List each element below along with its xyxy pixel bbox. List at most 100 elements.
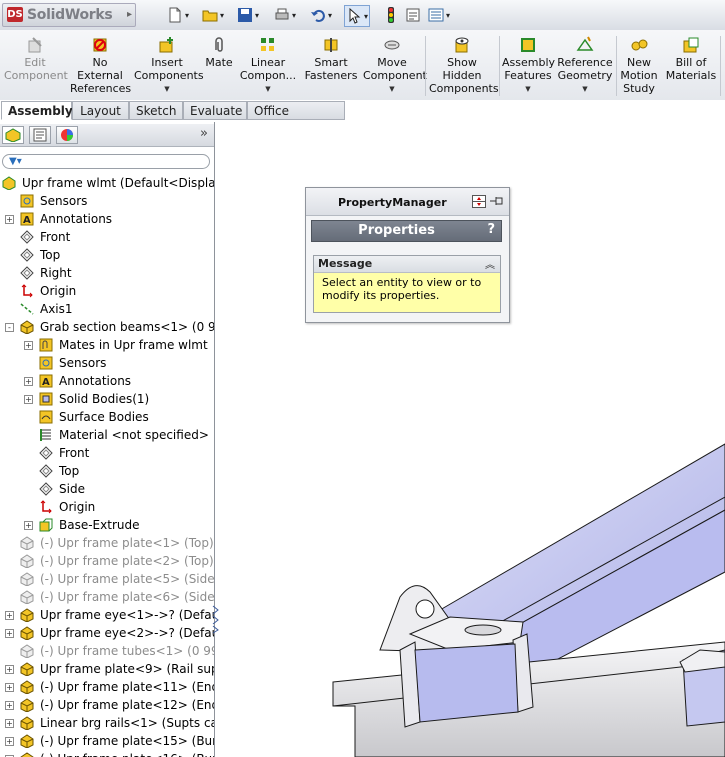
- tree-node[interactable]: Front: [0, 444, 214, 462]
- panel-splitter-handle[interactable]: [212, 604, 220, 634]
- tree-node[interactable]: +(-) Upr frame plate<16> (Bumpe: [0, 750, 214, 757]
- tree-node[interactable]: + (-) Upr frame plate<15> (Bumpe: [0, 732, 214, 750]
- bill-of-materials-button[interactable]: Bill of Materials: [665, 34, 717, 82]
- pm-split-icon[interactable]: [472, 195, 486, 208]
- tab-evaluate[interactable]: Evaluate: [183, 101, 247, 120]
- tree-node[interactable]: (-) Upr frame plate<5> (Side): [0, 570, 214, 588]
- assembly-features-button[interactable]: Assembly Features ▼: [502, 34, 555, 96]
- tree-node[interactable]: Material <not specified>: [0, 426, 214, 444]
- edit-component-button[interactable]: Edit Component: [4, 34, 68, 82]
- tree-node[interactable]: Front: [0, 228, 214, 246]
- expand-node-icon[interactable]: +: [5, 611, 14, 620]
- panel-tabs: »: [0, 124, 214, 147]
- expand-node-icon[interactable]: +: [5, 629, 14, 638]
- tree-node[interactable]: + (-) Upr frame plate<12> (End tal: [0, 696, 214, 714]
- tree-node[interactable]: + Linear brg rails<1> (Supts carriag: [0, 714, 214, 732]
- file-properties-button[interactable]: [405, 5, 421, 25]
- pushpin-icon[interactable]: [489, 194, 505, 208]
- tree-node[interactable]: (-) Upr frame plate<1> (Top): [0, 534, 214, 552]
- tree-node[interactable]: Top: [0, 246, 214, 264]
- tree-node[interactable]: Top: [0, 462, 214, 480]
- expand-node-icon[interactable]: +: [5, 737, 14, 746]
- command-manager-tabs: Assembly Layout Sketch Evaluate Office P…: [0, 100, 725, 137]
- tab-layout[interactable]: Layout: [72, 101, 129, 120]
- tree-node[interactable]: + Base-Extrude: [0, 516, 214, 534]
- expand-node-icon[interactable]: +: [5, 719, 14, 728]
- new-motion-study-button[interactable]: New Motion Study: [619, 34, 659, 95]
- tree-node[interactable]: (-) Upr frame tubes<1> (0 99906: [0, 642, 214, 660]
- surface-bodies-icon: [39, 410, 53, 424]
- tab-sketch[interactable]: Sketch: [129, 101, 183, 120]
- tree-node[interactable]: (-) Upr frame plate<6> (Side): [0, 588, 214, 606]
- tree-node[interactable]: + Upr frame eye<2>->? (Default<<: [0, 624, 214, 642]
- print-button[interactable]: ▾: [274, 5, 296, 25]
- move-component-button[interactable]: Move Component ▼: [363, 34, 427, 96]
- tree-node[interactable]: Right: [0, 264, 214, 282]
- linear-component-pattern-button[interactable]: Linear Compon... ▼: [239, 34, 297, 96]
- select-button[interactable]: ▾: [344, 5, 371, 27]
- tree-node[interactable]: + (-) Upr frame plate<11> (End tal: [0, 678, 214, 696]
- message-header[interactable]: Message ︽: [314, 256, 500, 273]
- open-button[interactable]: ▾: [202, 5, 224, 25]
- smart-fasteners-button[interactable]: Smart Fasteners: [302, 34, 360, 82]
- tree-node[interactable]: Sensors: [0, 192, 214, 210]
- show-hidden-components-button[interactable]: Show Hidden Components: [429, 34, 499, 95]
- tree-node[interactable]: + Upr frame plate<9> (Rail supt<D: [0, 660, 214, 678]
- annotations-icon: A: [20, 212, 34, 226]
- tree-node[interactable]: + Solid Bodies(1): [0, 390, 214, 408]
- expand-node-icon[interactable]: +: [24, 395, 33, 404]
- tree-node-label: Top: [59, 464, 80, 478]
- new-document-button[interactable]: ▾: [167, 5, 189, 25]
- solidworks-menu-button[interactable]: DS SolidWorks ▸: [2, 3, 136, 27]
- tree-node[interactable]: + A Annotations: [0, 210, 214, 228]
- tree-node[interactable]: Surface Bodies: [0, 408, 214, 426]
- tree-node[interactable]: (-) Upr frame plate<2> (Top): [0, 552, 214, 570]
- expand-node-icon[interactable]: +: [24, 377, 33, 386]
- tree-node-label: Upr frame eye<1>->? (Default<<: [40, 608, 214, 622]
- save-button[interactable]: ▾: [237, 5, 259, 25]
- tree-node-label: (-) Upr frame plate<2> (Top): [40, 554, 214, 568]
- tree-node[interactable]: + A Annotations: [0, 372, 214, 390]
- no-external-references-button[interactable]: No External References: [70, 34, 131, 95]
- tree-node[interactable]: + Mates in Upr frame wlmt: [0, 336, 214, 354]
- tree-node[interactable]: Origin: [0, 498, 214, 516]
- tree-node-label: Sensors: [40, 194, 88, 208]
- expand-node-icon[interactable]: +: [24, 341, 33, 350]
- tab-display-manager[interactable]: [56, 126, 78, 144]
- tab-office-products[interactable]: Office Products: [247, 101, 345, 137]
- mate-button[interactable]: Mate: [203, 34, 235, 69]
- tree-node[interactable]: Upr frame wlmt (Default<Display St: [0, 174, 214, 192]
- tree-node[interactable]: Origin: [0, 282, 214, 300]
- collapse-chevron-icon[interactable]: ︽: [485, 256, 495, 271]
- expand-node-icon[interactable]: +: [5, 701, 14, 710]
- annotations-icon: A: [39, 374, 53, 388]
- reference-geometry-button[interactable]: Reference Geometry ▼: [557, 34, 613, 96]
- tree-node[interactable]: Axis1: [0, 300, 214, 318]
- expand-node-icon[interactable]: +: [5, 683, 14, 692]
- tree-node-label: Upr frame wlmt (Default<Display St: [22, 176, 214, 190]
- smart-fasteners-icon: [324, 38, 338, 52]
- tree-node[interactable]: Sensors: [0, 354, 214, 372]
- tree-filter-input[interactable]: ▼▾: [2, 154, 210, 169]
- expand-node-icon[interactable]: +: [5, 215, 14, 224]
- undo-button[interactable]: ▾: [310, 5, 332, 25]
- tree-node[interactable]: Side: [0, 480, 214, 498]
- tree-node[interactable]: - Grab section beams<1> (0 99901: [0, 318, 214, 336]
- tab-property-manager[interactable]: [29, 126, 51, 144]
- panel-expand-button[interactable]: »: [200, 126, 208, 141]
- tab-assembly[interactable]: Assembly: [1, 101, 73, 120]
- sensors-icon: [20, 194, 34, 208]
- help-button[interactable]: ?: [487, 222, 495, 237]
- tree-node[interactable]: + Upr frame eye<1>->? (Default<<: [0, 606, 214, 624]
- expand-node-icon[interactable]: +: [24, 521, 33, 530]
- tree-node-label: Sensors: [59, 356, 107, 370]
- insert-components-button[interactable]: Insert Components ▼: [134, 34, 204, 96]
- rebuild-button[interactable]: [383, 5, 399, 25]
- tree-node-label: Top: [40, 248, 61, 262]
- tree-node-label: (-) Upr frame plate<15> (Bumpe: [40, 734, 214, 748]
- tab-feature-manager[interactable]: [2, 126, 24, 144]
- expand-node-icon[interactable]: +: [5, 665, 14, 674]
- part-icon: [20, 698, 34, 712]
- collapse-node-icon[interactable]: -: [5, 323, 14, 332]
- options-button[interactable]: ▾: [428, 5, 450, 25]
